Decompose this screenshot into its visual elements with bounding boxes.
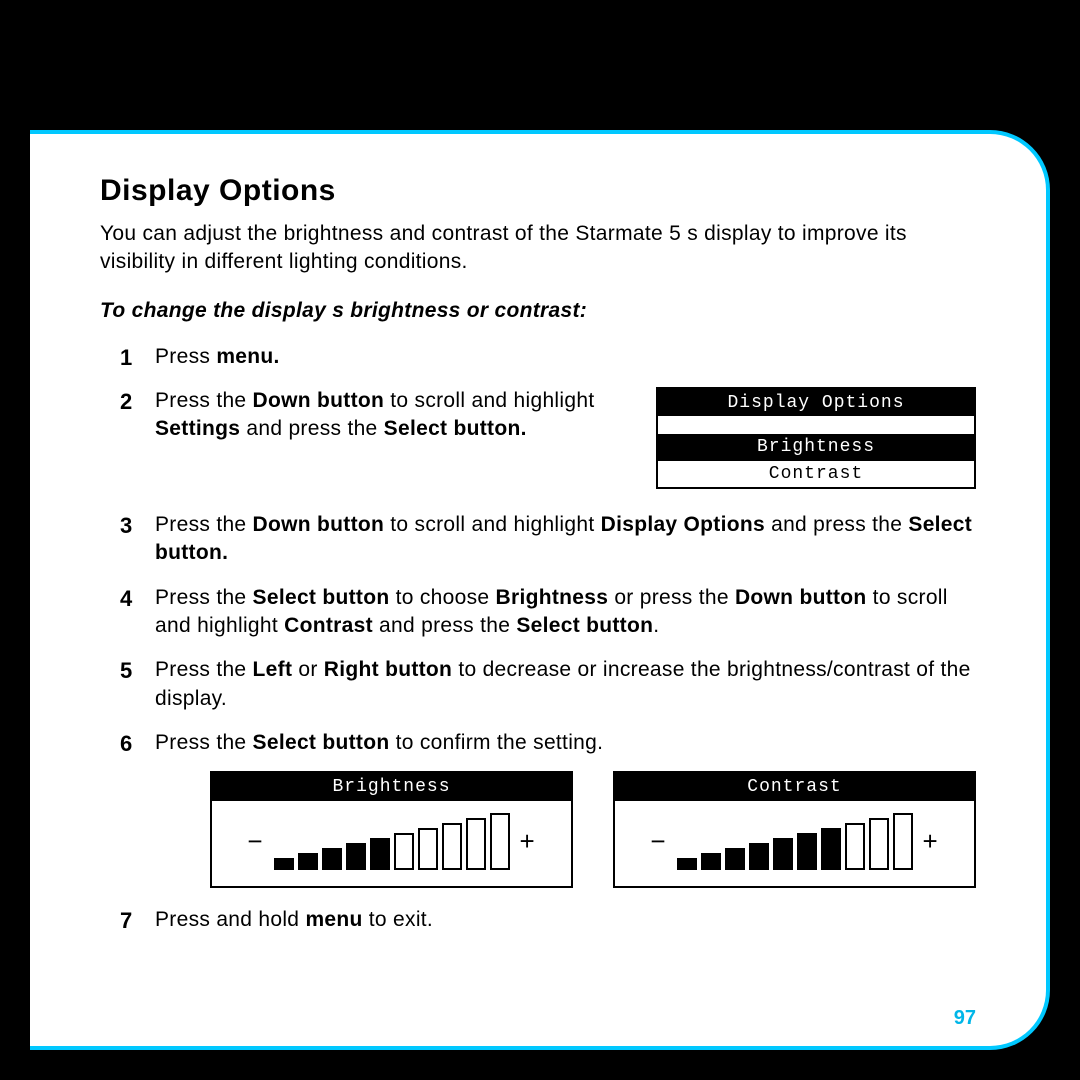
step-bold: Down button (253, 389, 385, 412)
step-bold: Left (253, 658, 293, 681)
step-text: Press the (155, 389, 253, 412)
gauge-bar (394, 833, 414, 870)
step-bold: Contrast (284, 614, 373, 637)
lcd-title: Display Options (658, 389, 974, 416)
brightness-gauge: Brightness − + (210, 771, 573, 887)
step-text: to scroll and highlight (384, 513, 600, 536)
gauge-bar (370, 838, 390, 870)
step-bold: Select button (516, 614, 653, 637)
page-title: Display Options (100, 174, 976, 208)
brightness-bars (274, 813, 510, 870)
step-6: Press the Select button to confirm the s… (100, 729, 976, 888)
step-bold: Brightness (496, 586, 609, 609)
gauge-bar (845, 823, 865, 870)
plus-icon: + (913, 824, 949, 859)
step-text: Press (155, 345, 216, 368)
step-bold: menu. (216, 345, 279, 368)
step-text: or (292, 658, 324, 681)
gauge-bar (322, 848, 342, 870)
minus-icon: − (237, 824, 273, 859)
gauge-bar (893, 813, 913, 870)
gauge-bar (749, 843, 769, 870)
page-number: 97 (954, 1007, 976, 1030)
gauge-bar (797, 833, 817, 870)
sub-heading: To change the display s brightness or co… (100, 299, 976, 323)
step-text: to scroll and highlight (384, 389, 594, 412)
gauge-title: Brightness (212, 773, 571, 800)
gauge-bar (725, 848, 745, 870)
gauge-bar (869, 818, 889, 870)
step-text: Press the (155, 513, 253, 536)
step-text: and press the (373, 614, 516, 637)
step-text: Press and hold (155, 908, 305, 931)
step-bold: Down button (735, 586, 867, 609)
step-text: to exit. (363, 908, 433, 931)
step-7: Press and hold menu to exit. (100, 906, 976, 934)
step-2: Display Options Brightness Contrast Pres… (100, 387, 976, 495)
gauge-bar (346, 843, 366, 870)
page-card: Display Options You can adjust the brigh… (30, 130, 1050, 1050)
lcd-display-options-menu: Display Options Brightness Contrast (656, 387, 976, 489)
step-text: and press the (240, 417, 383, 440)
gauge-bar (821, 828, 841, 870)
step-text: Press the (155, 658, 253, 681)
step-bold: Right button (324, 658, 452, 681)
step-bold: Select button. (384, 417, 527, 440)
gauge-bar (298, 853, 318, 870)
gauge-bar (677, 858, 697, 870)
step-3: Press the Down button to scroll and high… (100, 511, 976, 568)
minus-icon: − (640, 824, 676, 859)
step-1: Press menu. (100, 343, 976, 371)
step-text: and press the (765, 513, 908, 536)
step-text: or press the (608, 586, 735, 609)
step-bold: Select button (253, 731, 390, 754)
step-text: . (653, 614, 659, 637)
gauge-bar (274, 858, 294, 870)
contrast-bars (677, 813, 913, 870)
step-bold: Select button (253, 586, 390, 609)
gauge-bar (773, 838, 793, 870)
steps-list: Press menu. Display Options Brightness C… (100, 343, 976, 934)
step-text: Press the (155, 731, 253, 754)
lcd-row-brightness: Brightness (658, 434, 974, 460)
intro-text: You can adjust the brightness and contra… (100, 220, 976, 277)
gauge-bar (418, 828, 438, 870)
gauge-title: Contrast (615, 773, 974, 800)
step-bold: Settings (155, 417, 240, 440)
step-text: to confirm the setting. (389, 731, 603, 754)
step-text: Press the (155, 586, 253, 609)
plus-icon: + (510, 824, 546, 859)
step-bold: menu (305, 908, 362, 931)
lcd-row-contrast: Contrast (658, 461, 974, 487)
gauge-row: Brightness − + Contrast − + (210, 771, 976, 887)
gauge-bar (442, 823, 462, 870)
step-text: to choose (389, 586, 495, 609)
gauge-bar (490, 813, 510, 870)
step-4: Press the Select button to choose Bright… (100, 584, 976, 641)
gauge-bar (701, 853, 721, 870)
step-5: Press the Left or Right button to decrea… (100, 656, 976, 713)
step-bold: Down button (253, 513, 385, 536)
step-bold: Display Options (601, 513, 765, 536)
contrast-gauge: Contrast − + (613, 771, 976, 887)
gauge-bar (466, 818, 486, 870)
